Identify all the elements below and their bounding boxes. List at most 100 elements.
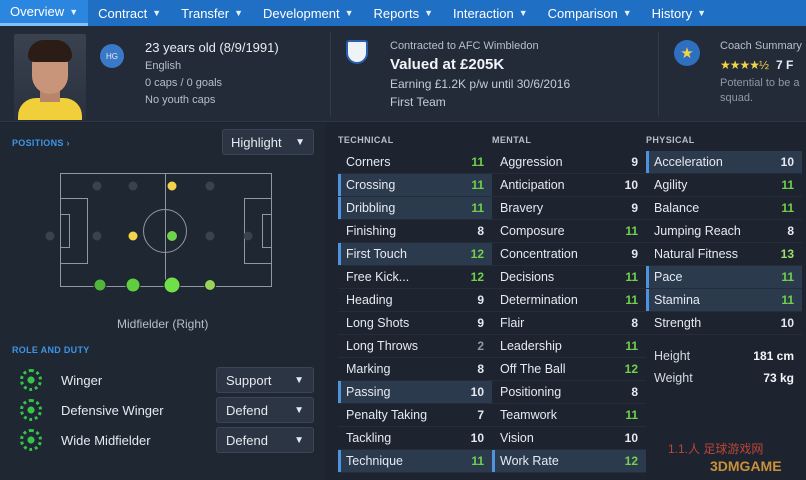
coach-rating-text: 7 F (776, 58, 794, 72)
attribute-row[interactable]: First Touch 12 (338, 243, 492, 266)
attribute-name: Long Shots (346, 316, 410, 330)
attribute-row[interactable]: Acceleration 10 (646, 151, 802, 174)
attribute-row[interactable]: Stamina 11 (646, 289, 802, 312)
physical-attributes: Acceleration 10 Agility 11 Balance 11 Jumping … (646, 151, 802, 335)
tab-label: Transfer (181, 5, 230, 21)
weight-row: Weight 73 kg (646, 367, 802, 389)
chevron-down-icon: ▼ (424, 8, 433, 18)
attribute-row[interactable]: Balance 11 (646, 197, 802, 220)
home-grown-badge: HG (100, 44, 124, 68)
tab-contract[interactable]: Contract ▼ (88, 0, 171, 26)
attribute-row[interactable]: Aggression 9 (492, 151, 646, 174)
position-dot (128, 181, 138, 191)
attribute-value: 10 (470, 385, 484, 399)
attribute-row[interactable]: Long Throws 2 (338, 335, 492, 358)
attribute-value: 9 (477, 316, 484, 330)
attribute-row[interactable]: Penalty Taking 7 (338, 404, 492, 427)
club-badge-icon[interactable] (346, 40, 368, 64)
attribute-name: Agility (654, 178, 688, 192)
tab-interaction[interactable]: Interaction ▼ (443, 0, 538, 26)
chevron-down-icon: ▼ (69, 6, 79, 17)
attribute-value: 11 (471, 155, 484, 169)
attribute-row[interactable]: Heading 9 (338, 289, 492, 312)
attribute-row[interactable]: Flair 8 (492, 312, 646, 335)
contract-club[interactable]: Contracted to AFC Wimbledon (390, 40, 570, 52)
duty-value: Defend (226, 402, 268, 418)
role-row[interactable]: Defensive Winger Defend ▼ (0, 396, 326, 426)
player-header: HG 23 years old (8/9/1991) English 0 cap… (0, 26, 806, 122)
chevron-down-icon: ▼ (697, 8, 707, 18)
chevron-down-icon: ▼ (152, 8, 162, 18)
attribute-row[interactable]: Positioning 8 (492, 381, 646, 404)
attribute-row[interactable]: Free Kick... 12 (338, 266, 492, 289)
attribute-row[interactable]: Marking 8 (338, 358, 492, 381)
squad-status: First Team (390, 95, 446, 109)
height-weight: Height 181 cm Weight 73 kg (646, 345, 802, 389)
attribute-value: 12 (470, 247, 484, 261)
duty-value: Defend (226, 432, 268, 448)
tab-reports[interactable]: Reports ▼ (364, 0, 443, 26)
attribute-row[interactable]: Work Rate 12 (492, 450, 646, 473)
role-row[interactable]: Wide Midfielder Defend ▼ (0, 426, 326, 456)
position-dot (128, 231, 138, 241)
attribute-row[interactable]: Vision 10 (492, 427, 646, 450)
attribute-row[interactable]: Determination 11 (492, 289, 646, 312)
attribute-row[interactable]: Agility 11 (646, 174, 802, 197)
attribute-row[interactable]: Natural Fitness 13 (646, 243, 802, 266)
tab-comparison[interactable]: Comparison ▼ (538, 0, 642, 26)
attribute-row[interactable]: Decisions 11 (492, 266, 646, 289)
top-nav: Overview ▼ Contract ▼ Transfer ▼ Developmen… (0, 0, 806, 26)
attribute-name: Natural Fitness (654, 247, 739, 261)
technical-header: TECHNICAL (338, 135, 394, 145)
attribute-row[interactable]: Corners 11 (338, 151, 492, 174)
attribute-row[interactable]: Leadership 11 (492, 335, 646, 358)
attribute-name: Balance (654, 201, 700, 215)
attribute-row[interactable]: Strength 10 (646, 312, 802, 335)
attribute-row[interactable]: Technique 11 (338, 450, 492, 473)
attribute-row[interactable]: Bravery 9 (492, 197, 646, 220)
attribute-name: Tackling (346, 431, 392, 445)
tab-transfer[interactable]: Transfer ▼ (171, 0, 253, 26)
attribute-row[interactable]: Pace 11 (646, 266, 802, 289)
attribute-value: 11 (781, 270, 794, 284)
attribute-row[interactable]: Composure 11 (492, 220, 646, 243)
tab-overview[interactable]: Overview ▼ (0, 0, 89, 26)
duty-dropdown[interactable]: Support ▼ (216, 367, 314, 393)
duty-dropdown[interactable]: Defend ▼ (216, 397, 314, 423)
attribute-row[interactable]: Jumping Reach 8 (646, 220, 802, 243)
tab-label: Development (263, 5, 340, 21)
position-dot (205, 181, 215, 191)
attribute-value: 10 (780, 155, 794, 169)
attribute-row[interactable]: Crossing 11 (338, 174, 492, 197)
attribute-value: 12 (624, 362, 638, 376)
attribute-value: 10 (624, 178, 638, 192)
tab-label: History (651, 5, 693, 21)
attribute-row[interactable]: Teamwork 11 (492, 404, 646, 427)
duty-dropdown[interactable]: Defend ▼ (216, 427, 314, 453)
coach-desc-line: Potential to be a (720, 77, 800, 89)
attribute-value: 13 (780, 247, 794, 261)
role-row[interactable]: Winger Support ▼ (0, 366, 326, 396)
attribute-name: Teamwork (500, 408, 557, 422)
attribute-row[interactable]: Off The Ball 12 (492, 358, 646, 381)
highlight-value: Highlight (231, 134, 282, 150)
attribute-row[interactable]: Tackling 10 (338, 427, 492, 450)
attribute-value: 10 (780, 316, 794, 330)
attribute-name: Crossing (346, 178, 396, 192)
attribute-row[interactable]: Dribbling 11 (338, 197, 492, 220)
attribute-row[interactable]: Finishing 8 (338, 220, 492, 243)
player-value: Valued at £205K (390, 56, 505, 73)
player-youth-caps: No youth caps (145, 94, 216, 106)
highlight-dropdown[interactable]: Highlight ▼ (222, 129, 314, 155)
positions-link[interactable]: POSITIONS › (12, 138, 70, 148)
attribute-row[interactable]: Concentration 9 (492, 243, 646, 266)
tab-history[interactable]: History ▼ (642, 0, 716, 26)
position-dot (167, 181, 177, 191)
attribute-row[interactable]: Anticipation 10 (492, 174, 646, 197)
tab-development[interactable]: Development ▼ (253, 0, 364, 26)
attribute-row[interactable]: Long Shots 9 (338, 312, 492, 335)
position-dot (92, 181, 102, 191)
attribute-name: Concentration (500, 247, 578, 261)
divider (658, 32, 659, 116)
attribute-row[interactable]: Passing 10 (338, 381, 492, 404)
